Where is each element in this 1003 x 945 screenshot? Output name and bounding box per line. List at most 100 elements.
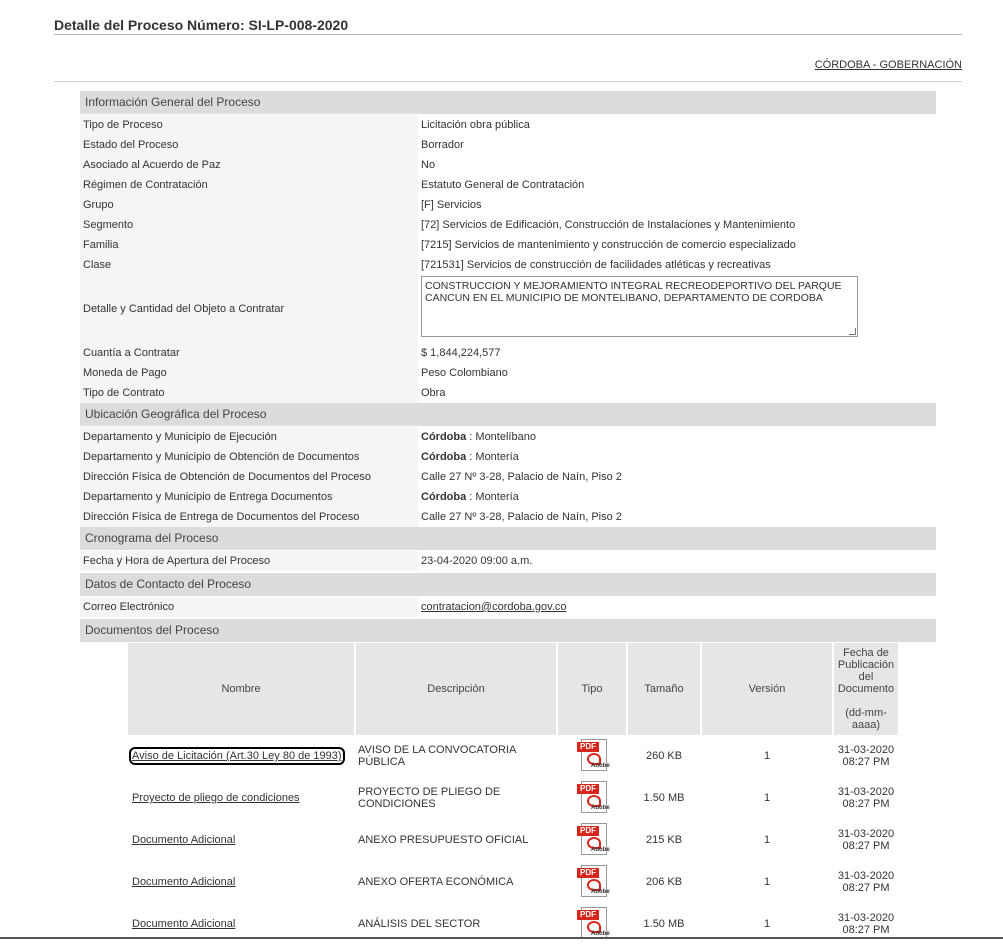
info-row: Departamento y Municipio de Entrega Docu… — [80, 487, 936, 507]
pdf-tag: PDF — [577, 909, 599, 920]
document-link[interactable]: Aviso de Licitación (Art.30 Ley 80 de 19… — [129, 747, 345, 765]
row-value-bold: Córdoba — [421, 451, 467, 463]
document-description: ANEXO PRESUPUESTO OFICIAL — [358, 834, 529, 846]
pdf-tag: PDF — [577, 741, 599, 752]
row-value: : Montería — [466, 491, 519, 503]
document-description: AVISO DE LA CONVOCATORIA PÚBLICA — [358, 744, 516, 768]
row-value: [721531] Servicios de construcción de fa… — [421, 259, 771, 271]
info-row: Grupo [F] Servicios — [80, 195, 936, 215]
document-date: 31-03-2020 — [837, 786, 895, 798]
row-value: 23-04-2020 09:00 a.m. — [421, 555, 533, 567]
objeto-text: CONSTRUCCION Y MEJORAMIENTO INTEGRAL REC… — [425, 280, 842, 304]
row-value: [F] Servicios — [421, 199, 482, 211]
table-header-row: Nombre Descripción Tipo Tamaño Versión F… — [128, 643, 898, 735]
row-value: : Montería — [466, 451, 519, 463]
row-value: No — [421, 159, 436, 171]
email-link[interactable]: contratacion@cordoba.gov.co — [421, 601, 567, 613]
pdf-icon[interactable]: PDF Adobe — [577, 906, 610, 939]
document-size: 206 KB — [645, 876, 683, 888]
row-value: [7215] Servicios de mantenimiento y cons… — [421, 239, 796, 251]
objeto-textarea[interactable]: CONSTRUCCION Y MEJORAMIENTO INTEGRAL REC… — [421, 276, 858, 337]
objeto-row: Detalle y Cantidad del Objeto a Contrata… — [80, 275, 936, 343]
row-label: Correo Electrónico — [80, 597, 418, 617]
info-row: Departamento y Municipio de Ejecución Cór… — [80, 427, 936, 447]
general-rows-2: Cuantía a Contratar $ 1,844,224,577 Moneda… — [80, 343, 936, 403]
document-link[interactable]: Documento Adicional — [132, 876, 235, 888]
pdf-icon[interactable]: PDF Adobe — [577, 822, 610, 855]
info-row: Cuantía a Contratar $ 1,844,224,577 — [80, 343, 936, 363]
documents-table: Nombre Descripción Tipo Tamaño Versión F… — [126, 643, 900, 945]
info-row: Régimen de Contratación Estatuto General … — [80, 175, 936, 195]
info-row: Dirección Física de Entrega de Documento… — [80, 507, 936, 527]
table-row: Documento Adicional ANEXO PRESUPUESTO OFI… — [128, 819, 898, 861]
row-value: : Montelíbano — [466, 431, 536, 443]
col-fecha-label: Fecha de Publicación del Documento — [837, 647, 895, 695]
page-title: Detalle del Proceso Número: SI-LP-008-20… — [54, 17, 962, 35]
document-time: 08:27 PM — [842, 840, 890, 852]
document-time: 08:27 PM — [842, 924, 890, 936]
info-row: Estado del Proceso Borrador — [80, 135, 936, 155]
info-row: Familia [7215] Servicios de mantenimiento… — [80, 235, 936, 255]
objeto-label: Detalle y Cantidad del Objeto a Contrata… — [80, 275, 418, 343]
pdf-icon[interactable]: PDF Adobe — [577, 738, 610, 771]
pdf-brand: Adobe — [591, 930, 610, 937]
entity-link[interactable]: CÓRDOBA - GOBERNACIÓN — [815, 59, 962, 71]
col-tipo: Tipo — [558, 643, 626, 735]
row-value: Peso Colombiano — [421, 367, 508, 379]
row-label: Departamento y Municipio de Obtención de… — [80, 447, 418, 467]
row-label: Fecha y Hora de Apertura del Proceso — [80, 551, 418, 571]
row-label: Grupo — [80, 195, 418, 215]
document-size: 1.50 MB — [643, 792, 685, 804]
general-rows: Tipo de Proceso Licitación obra pública Es… — [80, 115, 936, 275]
row-label: Departamento y Municipio de Ejecución — [80, 427, 418, 447]
row-value: Calle 27 Nº 3-28, Palacio de Naín, Piso … — [421, 511, 622, 523]
pdf-brand: Adobe — [591, 804, 610, 811]
row-label: Dirección Física de Entrega de Documento… — [80, 507, 418, 527]
table-row: Aviso de Licitación (Art.30 Ley 80 de 19… — [128, 735, 898, 777]
documents-body: Aviso de Licitación (Art.30 Ley 80 de 19… — [128, 735, 898, 945]
row-value: Borrador — [421, 139, 464, 151]
info-row: Dirección Física de Obtención de Documen… — [80, 467, 936, 487]
section-cronograma-header: Cronograma del Proceso — [80, 527, 936, 550]
row-label: Segmento — [80, 215, 418, 235]
resize-grip-icon[interactable] — [849, 328, 856, 335]
table-row: Documento Adicional ANEXO OFERTA ECONÓMIC… — [128, 861, 898, 903]
document-link[interactable]: Documento Adicional — [132, 918, 235, 930]
row-label: Asociado al Acuerdo de Paz — [80, 155, 418, 175]
row-label: Cuantía a Contratar — [80, 343, 418, 363]
row-value-bold: Córdoba — [421, 491, 467, 503]
document-link[interactable]: Documento Adicional — [132, 834, 235, 846]
pdf-tag: PDF — [577, 867, 599, 878]
document-size: 260 KB — [645, 750, 683, 762]
col-descripcion: Descripción — [356, 643, 556, 735]
pdf-brand: Adobe — [591, 888, 610, 895]
col-tamano: Tamaño — [628, 643, 700, 735]
row-value: Licitación obra pública — [421, 119, 530, 131]
document-time: 08:27 PM — [842, 798, 890, 810]
col-version: Versión — [702, 643, 832, 735]
document-size: 215 KB — [645, 834, 683, 846]
pdf-icon[interactable]: PDF Adobe — [577, 780, 610, 813]
document-link[interactable]: Proyecto de pliego de condiciones — [132, 792, 300, 804]
document-date: 31-03-2020 — [837, 828, 895, 840]
document-time: 08:27 PM — [842, 882, 890, 894]
row-label: Dirección Física de Obtención de Documen… — [80, 467, 418, 487]
row-value: Calle 27 Nº 3-28, Palacio de Naín, Piso … — [421, 471, 622, 483]
ubicacion-rows: Departamento y Municipio de Ejecución Cór… — [80, 427, 936, 527]
col-fecha: Fecha de Publicación del Documento (dd-m… — [834, 643, 898, 735]
row-label: Tipo de Proceso — [80, 115, 418, 135]
info-row: Departamento y Municipio de Obtención de… — [80, 447, 936, 467]
divider — [54, 81, 962, 82]
document-date: 31-03-2020 — [837, 870, 895, 882]
pdf-icon[interactable]: PDF Adobe — [577, 864, 610, 897]
document-version: 1 — [763, 876, 771, 888]
document-description: PROYECTO DE PLIEGO DE CONDICIONES — [358, 786, 501, 810]
documents-table-wrap: Nombre Descripción Tipo Tamaño Versión F… — [126, 643, 936, 945]
pdf-brand: Adobe — [591, 762, 610, 769]
document-description: ANEXO OFERTA ECONÓMICA — [358, 876, 514, 888]
info-row: Tipo de Contrato Obra — [80, 383, 936, 403]
row-value-bold: Córdoba — [421, 431, 467, 443]
row-value: [72] Servicios de Edificación, Construcc… — [421, 219, 796, 231]
cronograma-row: Fecha y Hora de Apertura del Proceso 23-… — [80, 551, 936, 571]
row-label: Familia — [80, 235, 418, 255]
